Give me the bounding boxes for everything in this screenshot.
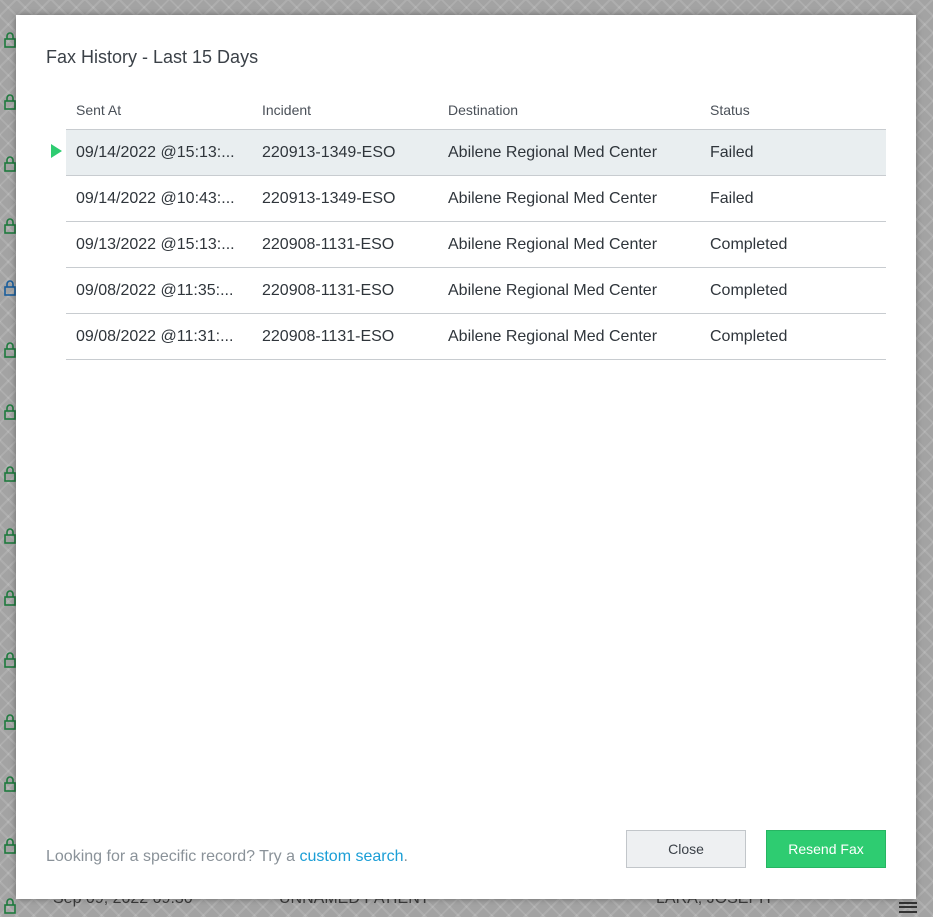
lock-icon [4, 218, 16, 234]
lock-icon [4, 466, 16, 482]
table-header-row: Sent At Incident Destination Status [66, 91, 886, 130]
cell-sent-at: 09/08/2022 @11:35:... [66, 267, 252, 314]
fax-history-dialog: Fax History - Last 15 Days Sent At Incid… [16, 15, 916, 899]
lock-icon [4, 528, 16, 544]
cell-incident: 220913-1349-ESO [252, 175, 438, 222]
lock-icon [4, 714, 16, 730]
lock-icon [4, 590, 16, 606]
cell-incident: 220908-1131-ESO [252, 267, 438, 314]
cell-destination: Abilene Regional Med Center [438, 267, 700, 314]
table-row[interactable]: 09/08/2022 @11:35:... 220908-1131-ESO Ab… [66, 267, 886, 314]
lock-icon [4, 838, 16, 854]
table-row[interactable]: 09/14/2022 @15:13:... 220913-1349-ESO Ab… [66, 129, 886, 176]
cell-sent-at: 09/13/2022 @15:13:... [66, 221, 252, 268]
lock-icon [4, 94, 16, 110]
lock-icon [4, 404, 16, 420]
cell-destination: Abilene Regional Med Center [438, 175, 700, 222]
cell-status: Completed [700, 267, 886, 314]
cell-sent-at: 09/14/2022 @15:13:... [66, 129, 252, 176]
cell-status: Failed [700, 129, 886, 176]
table-row[interactable]: 09/08/2022 @11:31:... 220908-1131-ESO Ab… [66, 313, 886, 360]
cell-incident: 220908-1131-ESO [252, 221, 438, 268]
cell-status: Completed [700, 221, 886, 268]
column-header-incident[interactable]: Incident [252, 91, 438, 130]
column-header-destination[interactable]: Destination [438, 91, 700, 130]
selected-row-arrow-icon [51, 144, 62, 158]
lock-icon [4, 156, 16, 172]
lock-icon [4, 32, 16, 48]
resend-fax-button[interactable]: Resend Fax [766, 830, 886, 868]
cell-sent-at: 09/08/2022 @11:31:... [66, 313, 252, 360]
cell-destination: Abilene Regional Med Center [438, 221, 700, 268]
table-row[interactable]: 09/14/2022 @10:43:... 220913-1349-ESO Ab… [66, 175, 886, 222]
table-row[interactable]: 09/13/2022 @15:13:... 220908-1131-ESO Ab… [66, 221, 886, 268]
fax-history-table: Sent At Incident Destination Status 09/1… [66, 91, 886, 360]
lock-icon [4, 280, 16, 296]
cell-status: Failed [700, 175, 886, 222]
cell-status: Completed [700, 313, 886, 360]
menu-icon [897, 898, 919, 917]
cell-incident: 220913-1349-ESO [252, 129, 438, 176]
dialog-title: Fax History - Last 15 Days [46, 47, 259, 67]
cell-destination: Abilene Regional Med Center [438, 129, 700, 176]
column-header-status[interactable]: Status [700, 91, 886, 130]
footer-prompt: Looking for a specific record? Try a [46, 848, 300, 865]
lock-icon [4, 342, 16, 358]
close-button[interactable]: Close [626, 830, 746, 868]
column-header-sent-at[interactable]: Sent At [66, 91, 252, 130]
cell-incident: 220908-1131-ESO [252, 313, 438, 360]
cell-destination: Abilene Regional Med Center [438, 313, 700, 360]
custom-search-link[interactable]: custom search [299, 848, 403, 865]
footer-help-text: Looking for a specific record? Try a cus… [46, 848, 408, 866]
cell-sent-at: 09/14/2022 @10:43:... [66, 175, 252, 222]
lock-icon [4, 652, 16, 668]
footer-suffix: . [403, 848, 408, 865]
lock-icon [4, 776, 16, 792]
